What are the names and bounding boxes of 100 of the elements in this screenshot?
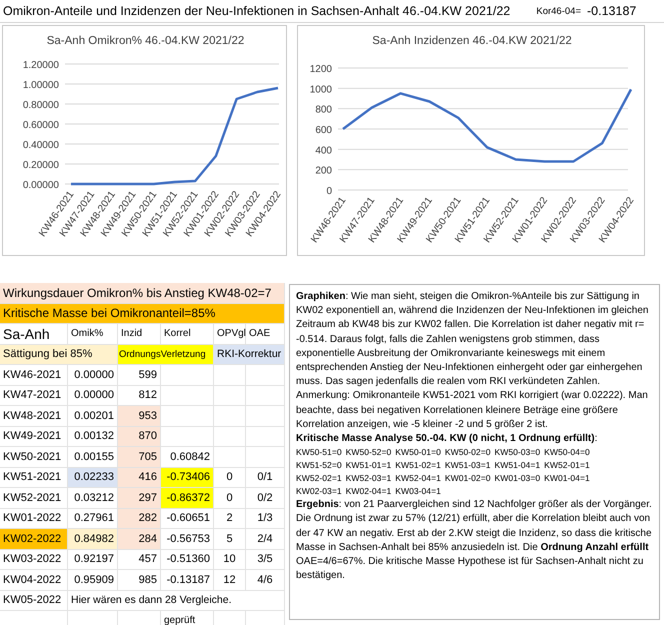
table-cell: 0.84982: [68, 529, 118, 550]
axis-label: 1000: [310, 84, 332, 96]
axis-label: 200: [315, 166, 332, 177]
paragraph: Kritische Masse Analyse 50.-04. KW (0 nicht, 1 Ordnung erfüllt):: [296, 432, 598, 446]
table-cell: 870: [118, 426, 161, 447]
axis-label: 0.40000: [22, 140, 59, 151]
axis-label: 400: [315, 145, 332, 156]
legend-cell: Sättigung bei 85%: [0, 344, 118, 365]
empty-cell: [246, 406, 285, 426]
note-cell: Wirkungsdauer Omikron% bis Anstieg KW48-02=7: [0, 283, 285, 304]
table-cell: 985: [118, 570, 161, 590]
table-cell: KW04-2022: [0, 570, 68, 590]
table-cell: KW02-2022: [0, 529, 68, 550]
table-cell: 2: [214, 508, 246, 529]
axis-label: 0.60000: [22, 120, 59, 131]
table-cell: KW49-2021: [0, 426, 68, 447]
axis-label: 1200: [310, 64, 332, 75]
table-cell: 282: [118, 508, 161, 529]
pair-result: KW51-04=1: [494, 459, 540, 472]
table-cell: Hier wären es dann 28 Vergleiche.: [68, 590, 285, 611]
axis-label: 0.00000: [22, 180, 59, 191]
table-cell: 1/3: [246, 508, 285, 529]
axis-label: 0.20000: [22, 160, 59, 171]
correlation-label: Kor46-04=: [535, 6, 582, 16]
table-cell: -0.86372: [161, 488, 214, 508]
table-cell: 0: [214, 488, 246, 508]
pair-result: KW50-04=0: [544, 446, 590, 460]
pair-result: KW52-03=1: [346, 472, 392, 486]
table-cell: 0.95909: [68, 570, 118, 590]
table-cell: 5: [214, 529, 246, 550]
empty-cell: [246, 365, 285, 386]
table-cell: KW03-2022: [0, 550, 68, 570]
pair-result: KW01-03=0: [494, 472, 540, 486]
table-cell: 457: [118, 550, 161, 570]
pair-result: KW03-04=1: [395, 485, 441, 498]
table-cell: -0.13187: [161, 570, 214, 590]
empty-cell: [246, 386, 285, 406]
pair-result: KW51-02=1: [395, 459, 441, 472]
table-cell: geprüft: [161, 611, 214, 625]
table-cell: 2/4: [246, 529, 285, 550]
table-cell: KW47-2021: [0, 386, 68, 406]
pair-result: KW50-02=0: [444, 446, 490, 460]
table-cell: KW48-2021: [0, 406, 68, 426]
table-cell: 284: [118, 529, 161, 550]
pair-result: KW52-04=1: [395, 472, 441, 486]
table-cell: 3/5: [246, 550, 285, 570]
axis-label: 800: [315, 104, 332, 116]
chart-title: Sa-Anh Omikron% 46.-04.KW 2021/22: [46, 35, 244, 47]
table-cell: 0.02233: [68, 468, 118, 488]
table-cell: 0.00000: [68, 386, 118, 406]
empty-cell: [246, 447, 285, 468]
sheet-title: Omikron-Anteile und Inzidenzen der Neu-Infektionen in Sachsen-Anhalt 46.-04.KW 2021/22: [2, 4, 512, 18]
empty-cell: [214, 365, 246, 386]
pair-result: KW01-04=1: [544, 472, 590, 486]
table-cell: 0/2: [246, 488, 285, 508]
table-cell: KW46-2021: [0, 365, 68, 386]
pair-result: KW02-03=1: [296, 485, 342, 498]
table-cell: KW52-2021: [0, 488, 68, 508]
legend-cell: RKI-Korrektur: [214, 344, 285, 365]
table-cell: 12: [214, 570, 246, 590]
table-cell: 4/6: [246, 570, 285, 590]
table-cell: -0.56753: [161, 529, 214, 550]
pair-result: KW50-01=0: [395, 446, 441, 460]
table-cell: 10: [214, 550, 246, 570]
empty-cell: [214, 447, 246, 468]
axis-label: 600: [315, 125, 332, 136]
table-cell: -0.73406: [161, 468, 214, 488]
paragraph: Graphiken: Wie man sieht, steigen die Omikron-%Anteile bis zur Sättigung in KW02 exponentiell an, während die Inzidenzen der Neu-Infektionen im gleichen Zeitraum ab KW48 bis zur KW02 fallen. Die Korrelation ist daher negativ mit r= -0.514. Daraus folgt, falls die Zahlen wenigstens grob stimmen, dass exponentielle Ausbreitung der Omikronvariante keineswegs mit einem entsprechenden Anstieg der Neu-Infektionen einhergeht oder gar einhergehen muss. Das sagen jedenfalls die realen vom RKI verkündeten Zahlen. Anmerkung: Omikronanteile KW51-2021 vom RKI korrigiert (war 0.02222). Man beachte, dass bei negativen Korrelationen kleinere Beträge eine größere Korrelation anzeigen, wie -5 kleiner -2 und 5 größer 2 ist.: [296, 290, 650, 432]
table-cell: KW05-2022: [0, 590, 68, 611]
axis-label: 0: [326, 186, 332, 197]
pair-result: KW52-01=1: [544, 459, 590, 472]
correlation-value: -0.13187: [586, 4, 636, 18]
pair-result: KW50-51=0: [296, 446, 342, 460]
note-cell: Kritische Masse bei Omikronanteil=85%: [0, 304, 285, 324]
pair-result: KW51-52=0: [296, 459, 342, 472]
pair-result: KW52-02=1: [296, 472, 342, 486]
pair-result: KW51-01=1: [346, 459, 392, 472]
table-cell: -0.60651: [161, 508, 214, 529]
pair-result: KW01-02=0: [444, 472, 490, 486]
pair-result: KW02-04=1: [346, 485, 392, 498]
table-cell: 297: [118, 488, 161, 508]
empty-cell: [214, 406, 246, 426]
table-cell: 599: [118, 365, 161, 386]
chart-title: Sa-Anh Inzidenzen 46.-04.KW 2021/22: [372, 35, 572, 47]
empty-cell: [246, 426, 285, 447]
pair-result: KW51-03=1: [444, 459, 490, 472]
axis-label: 0.80000: [22, 100, 59, 111]
axis-label: 1.00000: [22, 80, 59, 91]
table-cell: 416: [118, 468, 161, 488]
table-cell: 705: [118, 447, 161, 468]
table-cell: 0.92197: [68, 550, 118, 570]
pair-result: KW50-52=0: [346, 446, 392, 460]
legend-cell: OrdnungsVerletzung: [118, 344, 214, 365]
paragraph: Ergebnis: von 21 Paarvergleichen sind 12 Nachfolger größer als der Vorgänger. Die Ordnung ist zwar zu 57% (12/21) erfüllt, aber die Korrelation bleibt auch von der 47 KW an negativ. Erst ab der 2.KW steigt die Inzidenz, so dass die kritische Masse in Sachsen-Anhalt bei 85% anzusiedeln ist. Die Ordnung Anzahl erfüllt OAE=4/6=67%. Die kritische Masse Hypothese ist für Sachsen-Anhalt nicht zu bestätigen.: [296, 498, 653, 584]
table-cell: -0.51360: [161, 550, 214, 570]
table-cell: 953: [118, 406, 161, 426]
table-cell: 0.00000: [68, 365, 118, 386]
table-cell: 0: [214, 468, 246, 488]
table-cell: 0/1: [246, 468, 285, 488]
pair-result: KW50-03=0: [494, 446, 540, 460]
